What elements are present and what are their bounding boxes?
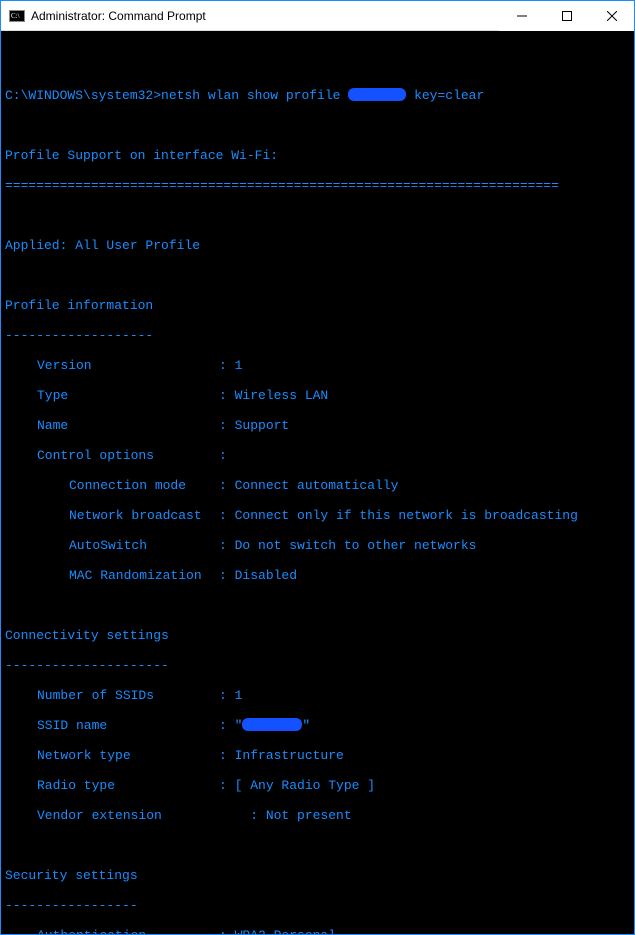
- prompt-cwd: C:\WINDOWS\system32>: [5, 88, 161, 103]
- profile-info-divider: -------------------: [5, 328, 630, 343]
- broadcast-row: Network broadcast: Connect only if this …: [5, 508, 630, 523]
- security-divider: -----------------: [5, 898, 630, 913]
- conn-mode-row: Connection mode: Connect automatically: [5, 478, 630, 493]
- command-text-post: key=clear: [406, 88, 484, 103]
- maximize-button[interactable]: [544, 1, 589, 31]
- num-ssids-row: Number of SSIDs: 1: [5, 688, 630, 703]
- command-text-pre: netsh wlan show profile: [161, 88, 348, 103]
- profile-info-header: Profile information: [5, 298, 630, 313]
- close-button[interactable]: [589, 1, 634, 31]
- vendor-row: Vendor extension : Not present: [5, 808, 630, 823]
- terminal-content[interactable]: C:\WINDOWS\system32>netsh wlan show prof…: [1, 31, 634, 934]
- redacted-profile-name: [348, 88, 406, 101]
- redacted-ssid: [242, 718, 302, 731]
- window-frame: C:\ Administrator: Command Prompt C:\WIN…: [0, 0, 635, 935]
- version-row: Version: 1: [5, 358, 630, 373]
- titlebar[interactable]: C:\ Administrator: Command Prompt: [1, 1, 634, 31]
- connectivity-header: Connectivity settings: [5, 628, 630, 643]
- auth1-row: Authentication: WPA2-Personal: [5, 928, 630, 934]
- connectivity-divider: ---------------------: [5, 658, 630, 673]
- name-row: Name: Support: [5, 418, 630, 433]
- minimize-button[interactable]: [499, 1, 544, 31]
- window-controls: [499, 1, 634, 30]
- macrand-row: MAC Randomization: Disabled: [5, 568, 630, 583]
- radiotype-row: Radio type: [ Any Radio Type ]: [5, 778, 630, 793]
- support-divider: ========================================…: [5, 178, 630, 193]
- type-row: Type: Wireless LAN: [5, 388, 630, 403]
- command-line: C:\WINDOWS\system32>netsh wlan show prof…: [5, 88, 630, 103]
- autoswitch-row: AutoSwitch: Do not switch to other netwo…: [5, 538, 630, 553]
- nettype-row: Network type: Infrastructure: [5, 748, 630, 763]
- control-options-row: Control options:: [5, 448, 630, 463]
- applied-line: Applied: All User Profile: [5, 238, 630, 253]
- window-title: Administrator: Command Prompt: [31, 9, 499, 23]
- profile-support-line: Profile Support on interface Wi-Fi:: [5, 148, 630, 163]
- ssid-name-row: SSID name: "": [5, 718, 630, 733]
- cmd-icon: C:\: [9, 8, 25, 24]
- security-header: Security settings: [5, 868, 630, 883]
- svg-text:C:\: C:\: [11, 12, 20, 20]
